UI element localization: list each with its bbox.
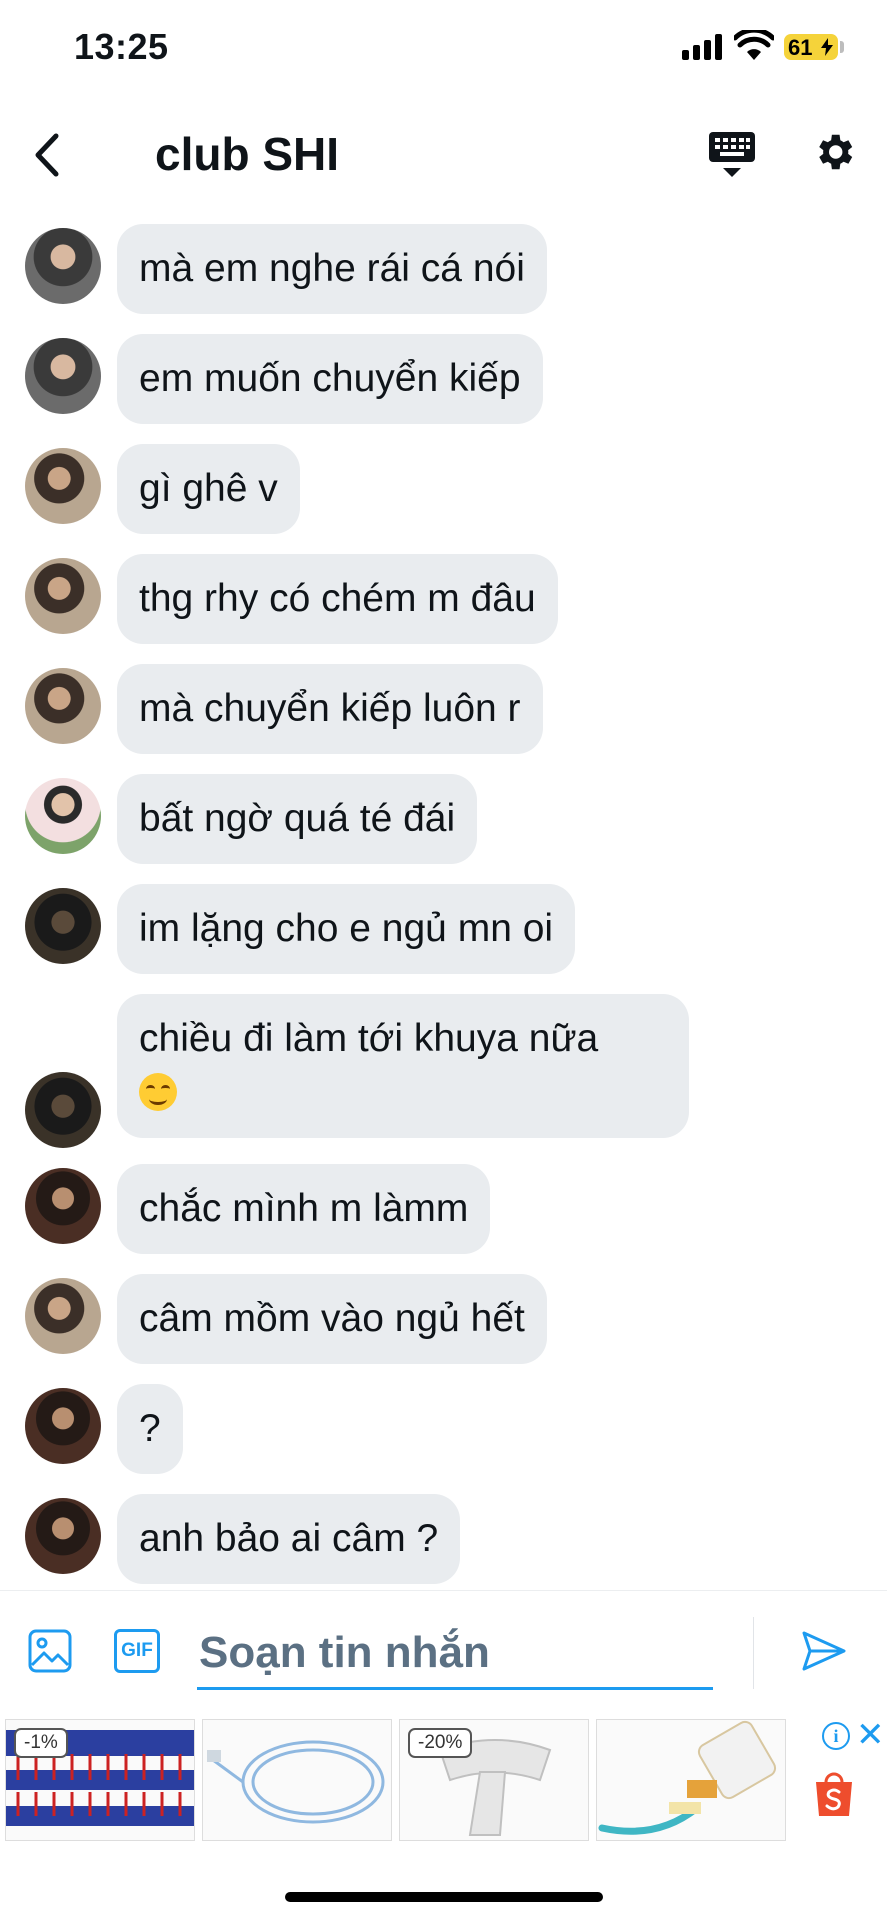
ad-product-tile[interactable] (596, 1719, 786, 1841)
message-input[interactable] (197, 1619, 713, 1690)
message-bubble[interactable]: anh bảo ai câm ? (117, 1494, 461, 1584)
avatar[interactable] (25, 338, 101, 414)
conversation-title: club SHI (155, 128, 340, 180)
battery-level: 61 (788, 35, 813, 60)
wifi-icon (734, 30, 774, 60)
message-bubble[interactable]: ? (117, 1384, 183, 1474)
status-bar: 13:25 61 (0, 0, 887, 100)
status-time: 13:25 (74, 26, 169, 67)
message-bubble[interactable]: câm mồm vào ngủ hết (117, 1274, 547, 1364)
tubing-coil-icon (207, 1740, 385, 1824)
ad-info-icon[interactable]: i (822, 1722, 850, 1750)
message-bubble[interactable]: thg rhy có chém m đâu (117, 554, 558, 644)
avatar[interactable] (25, 1388, 101, 1464)
message-list: mà em nghe rái cá nói em muốn chuyển kiế… (0, 210, 887, 1590)
smiling-face-emoji-icon (139, 1073, 177, 1111)
avatar[interactable] (25, 888, 101, 964)
message-bubble[interactable]: bất ngờ quá té đái (117, 774, 478, 864)
avatar[interactable] (25, 558, 101, 634)
avatar[interactable] (25, 1498, 101, 1574)
send-icon[interactable] (800, 1627, 848, 1675)
cellular-signal-icon (682, 34, 724, 60)
discount-badge: -20% (408, 1728, 473, 1758)
image-upload-icon[interactable] (28, 1629, 72, 1673)
message-bubble[interactable]: mà chuyển kiếp luôn r (117, 664, 543, 754)
avatar[interactable] (25, 1278, 101, 1354)
conversation-header: club SHI (0, 100, 887, 210)
message-text: chiều đi làm tới khuya nữa (139, 1017, 599, 1060)
back-arrow-icon[interactable] (26, 128, 70, 182)
divider (753, 1617, 754, 1689)
ad-product-tile[interactable]: -1% (5, 1719, 195, 1841)
ad-product-tile[interactable]: -20% (399, 1719, 589, 1841)
settings-gear-icon[interactable] (811, 129, 857, 175)
toothbrush-paste-icon (598, 1720, 777, 1835)
gif-button[interactable]: GIF (114, 1629, 160, 1673)
shopee-bag-icon[interactable] (812, 1770, 856, 1818)
avatar[interactable] (25, 778, 101, 854)
ad-product-tile[interactable] (202, 1719, 392, 1841)
keyboard-icon[interactable] (708, 130, 756, 180)
message-bubble[interactable]: chiều đi làm tới khuya nữa (117, 994, 689, 1138)
ad-banner[interactable]: -1% -20% i ✕ (0, 1716, 887, 1846)
message-composer: GIF (0, 1590, 887, 1711)
battery-tip (840, 41, 844, 53)
message-bubble[interactable]: chắc mình m làmm (117, 1164, 491, 1254)
ad-close-icon[interactable]: ✕ (856, 1718, 885, 1752)
discount-badge: -1% (14, 1728, 68, 1758)
message-bubble[interactable]: em muốn chuyển kiếp (117, 334, 543, 424)
battery-icon: 61 (784, 34, 838, 60)
charging-bolt-icon (821, 38, 833, 56)
avatar[interactable] (25, 448, 101, 524)
home-indicator (285, 1892, 603, 1902)
message-bubble[interactable]: mà em nghe rái cá nói (117, 224, 547, 314)
message-bubble[interactable]: gì ghê v (117, 444, 300, 534)
avatar[interactable] (25, 1072, 101, 1148)
avatar[interactable] (25, 228, 101, 304)
avatar[interactable] (25, 668, 101, 744)
message-bubble[interactable]: im lặng cho e ngủ mn oi (117, 884, 576, 974)
avatar[interactable] (25, 1168, 101, 1244)
